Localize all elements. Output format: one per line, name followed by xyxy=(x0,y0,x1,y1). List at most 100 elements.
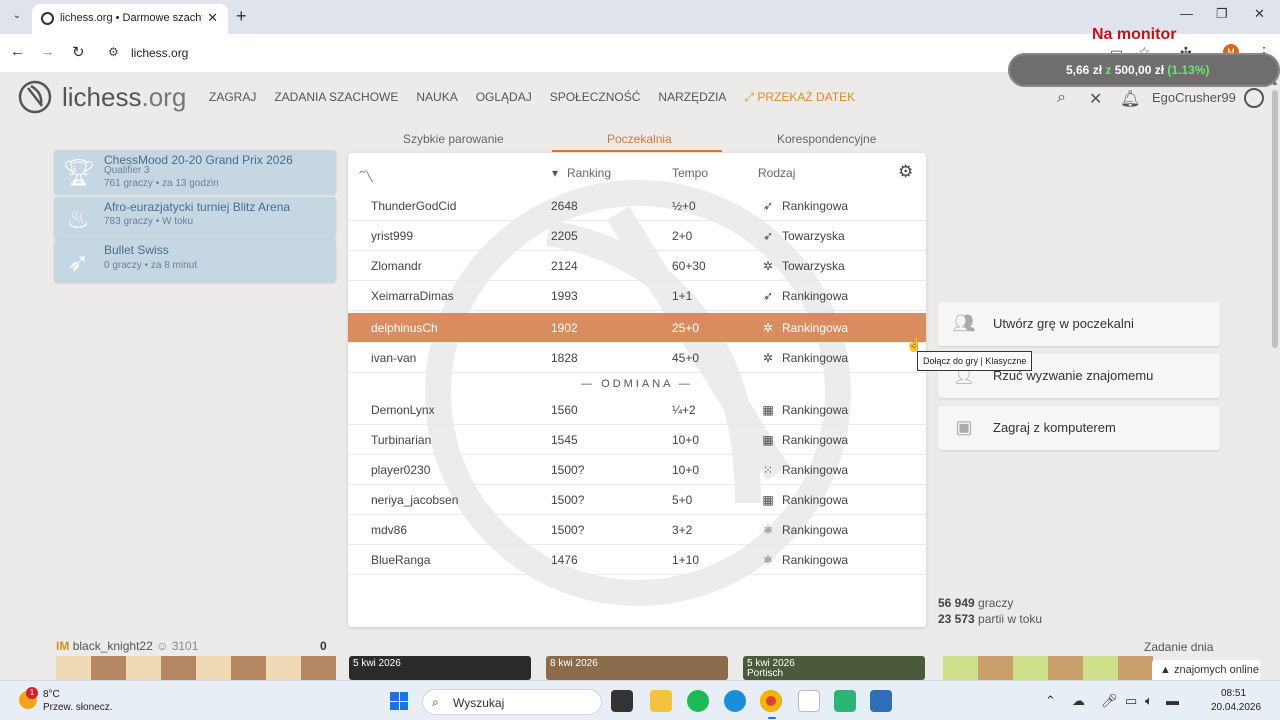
scrollbar-thumb[interactable] xyxy=(1272,90,1278,348)
header-time[interactable]: Tempo xyxy=(672,166,708,180)
search-icon[interactable]: ⌕ xyxy=(1057,89,1066,107)
player-title: IM xyxy=(56,639,70,653)
site-name[interactable]: lichess.org xyxy=(62,82,186,113)
weather-temp: 8°C xyxy=(43,689,60,700)
nav-watch[interactable]: OGLĄDAJ xyxy=(476,90,532,105)
seek-row[interactable]: DemonLynx 1560 ¼+2 ▦ Rankingowa xyxy=(348,395,926,425)
scroll-up-arrow-icon[interactable]: ▲ xyxy=(1271,78,1279,87)
tab-close-icon[interactable]: ✕ xyxy=(207,10,218,26)
seek-row[interactable]: ivan-van 1828 45+0 ✲ Rankingowa xyxy=(348,343,926,373)
blog-card[interactable]: 5 kwi 2026 Portisch xyxy=(743,656,925,680)
chess960-icon: ▦ xyxy=(762,493,774,507)
seek-time: 10+0 xyxy=(672,433,700,447)
seek-mode: Rankingowa xyxy=(782,463,849,477)
volume-icon[interactable]: 🔈︎ xyxy=(1145,693,1153,709)
puzzle-board[interactable] xyxy=(943,656,1153,680)
seek-row[interactable]: Turbinarian 1545 10+0 ▦ Rankingowa xyxy=(348,425,926,455)
gear-icon[interactable]: ⚙ xyxy=(898,162,913,182)
clock-date[interactable]: 20.04.2026 xyxy=(1211,702,1261,713)
seek-player: neriya_jacobsen xyxy=(371,493,459,507)
seek-row[interactable]: yrist999 2205 2+0 ➶ Towarzyska xyxy=(348,221,926,251)
tournament-meta: 761 graczy • za 13 godzin xyxy=(104,178,219,189)
lichess-logo-icon[interactable] xyxy=(18,80,52,114)
tournament-card[interactable]: ♨ Afro-eurazjatycki turniej Blitz Arena … xyxy=(54,197,336,239)
header-mode[interactable]: Rodzaj xyxy=(758,166,795,180)
task-view-icon[interactable] xyxy=(611,690,633,712)
windows-start-icon[interactable] xyxy=(390,692,408,710)
seek-rating: 1500? xyxy=(551,463,585,477)
tab-correspondence[interactable]: Korespondencyjne xyxy=(777,132,876,146)
battery-icon[interactable]: ▬ xyxy=(1166,693,1179,708)
nav-learn[interactable]: NAUKA xyxy=(416,90,457,105)
friends-online-button[interactable]: ▲ znajomych online xyxy=(1152,660,1260,680)
games-count: 23 573 partii w toku xyxy=(938,612,1042,626)
main-nav: ZAGRAJ ZADANIA SZACHOWE NAUKA OGLĄDAJ SP… xyxy=(209,90,855,105)
seek-mode: Rankingowa xyxy=(782,321,849,335)
android-app-icon[interactable] xyxy=(834,690,856,712)
edge-icon[interactable] xyxy=(724,690,746,712)
header-rating[interactable]: Ranking xyxy=(567,166,611,180)
nav-puzzles[interactable]: ZADANIA SZACHOWE xyxy=(274,90,398,105)
puzzle-of-day-label[interactable]: Zadanie dnia xyxy=(1144,640,1213,654)
microphone-icon[interactable]: 🎤︎ xyxy=(1101,693,1118,709)
swords-icon[interactable]: ✕ xyxy=(1089,89,1102,109)
new-tab-button[interactable]: + xyxy=(236,6,247,27)
seek-row[interactable]: ThunderGodCid 2648 ½+0 ➶ Rankingowa xyxy=(348,191,926,221)
tournament-card[interactable]: ➶ Bullet Swiss 0 graczy • za 8 minut xyxy=(54,240,336,282)
network-app-icon[interactable] xyxy=(870,690,892,712)
seek-row-hovered[interactable]: delphinusCh 1902 25+0 ✲ Rankingowa xyxy=(348,313,926,343)
seek-row[interactable]: mdv86 1500? 3+2 ⚛ Rankingowa xyxy=(348,515,926,545)
nav-community[interactable]: SPOŁECZNOŚĆ xyxy=(550,90,641,105)
play-computer-button[interactable]: ▣ Zagraj z komputerem xyxy=(938,406,1220,450)
tray-chevron-up-icon[interactable]: ⌃ xyxy=(1045,693,1056,709)
notes-app-icon[interactable] xyxy=(798,690,820,712)
seek-rating: 2648 xyxy=(551,199,578,213)
nav-play[interactable]: ZAGRAJ xyxy=(209,90,256,105)
blog-card[interactable]: 8 kwi 2026 xyxy=(546,656,728,680)
site-info-icon[interactable]: ⚙ xyxy=(108,45,119,59)
browser-tab-lichess[interactable]: lichess.org • Darmowe szachy o ✕ xyxy=(32,4,228,34)
friends-online-label: znajomych online xyxy=(1173,664,1259,676)
restore-icon[interactable]: ❐ xyxy=(1216,6,1228,22)
create-lobby-game-button[interactable]: 👥︎ Utwórz grę w poczekalni xyxy=(938,302,1220,346)
blog-card[interactable]: 5 kwi 2026 xyxy=(349,656,531,680)
taskbar: 1 8°C Przew. słonecz. ⌕ Wyszukaj ⌃ ☁ 🎤︎ … xyxy=(0,680,1280,720)
seek-row[interactable]: player0230 1500? 10+0 ⁙ Rankingowa xyxy=(348,455,926,485)
tv-mini-board[interactable] xyxy=(56,656,336,680)
seek-row[interactable]: XeimarraDimas 1993 1+1 ➶ Rankingowa xyxy=(348,281,926,311)
forward-icon[interactable]: → xyxy=(40,43,55,60)
back-icon[interactable]: ← xyxy=(10,43,25,60)
display-icon[interactable]: ▭ xyxy=(1125,693,1137,709)
tab-quick-pairing[interactable]: Szybkie parowanie xyxy=(403,132,504,146)
chrome-icon[interactable] xyxy=(760,690,782,712)
taskbar-search[interactable]: ⌕ Wyszukaj xyxy=(422,689,602,715)
seek-time: 45+0 xyxy=(672,351,700,365)
window-close-icon[interactable]: ✕ xyxy=(1254,6,1265,22)
chevron-up-icon: ▲ xyxy=(1160,664,1171,676)
spotify-icon[interactable] xyxy=(687,690,709,712)
minimize-icon[interactable]: — xyxy=(1180,6,1193,21)
user-avatar-icon[interactable] xyxy=(1244,88,1264,108)
seek-row[interactable]: BlueRanga 1476 1+10 ⚛ Rankingowa xyxy=(348,545,926,575)
nav-donate[interactable]: ⤢ PRZEKAŻ DATEK xyxy=(744,90,855,105)
chart-toggle-icon[interactable]: 〽 xyxy=(358,163,374,187)
seek-row[interactable]: neriya_jacobsen 1500? 5+0 ▦ Rankingowa xyxy=(348,485,926,515)
tab-lobby[interactable]: Poczekalnia xyxy=(607,132,672,146)
seek-table: 〽 ▾ Ranking Tempo Rodzaj ⚙ ThunderGodCid… xyxy=(348,153,926,627)
stock-percent: (1.13%) xyxy=(1167,63,1210,77)
tournament-card[interactable]: 🏆︎ ChessMood 20-20 Grand Prix 2026 Quali… xyxy=(54,150,336,194)
reload-icon[interactable]: ↻ xyxy=(72,43,85,61)
seek-row[interactable]: Zlomandr 2124 60+30 ✲ Towarzyska xyxy=(348,251,926,281)
sort-arrow-icon[interactable]: ▾ xyxy=(552,166,558,180)
tv-player[interactable]: IM black_knight22 ☺ 3101 xyxy=(56,639,198,653)
tab-search-dropdown-icon[interactable]: ⌄ xyxy=(8,7,26,25)
nav-tools[interactable]: NARZĘDZIA xyxy=(658,90,726,105)
address-input[interactable]: ⚙ lichess.org xyxy=(100,38,1005,68)
file-explorer-icon[interactable] xyxy=(650,690,672,712)
cloud-sync-icon[interactable]: ☁ xyxy=(1072,693,1085,709)
username[interactable]: EgoCrusher99 xyxy=(1152,90,1236,105)
clock-time[interactable]: 08:51 xyxy=(1221,688,1246,699)
notification-bell-icon[interactable]: 🔔︎ xyxy=(1120,89,1140,109)
bullet-icon: ➶ xyxy=(762,199,774,213)
create-lobby-game-label: Utwórz grę w poczekalni xyxy=(993,316,1134,331)
